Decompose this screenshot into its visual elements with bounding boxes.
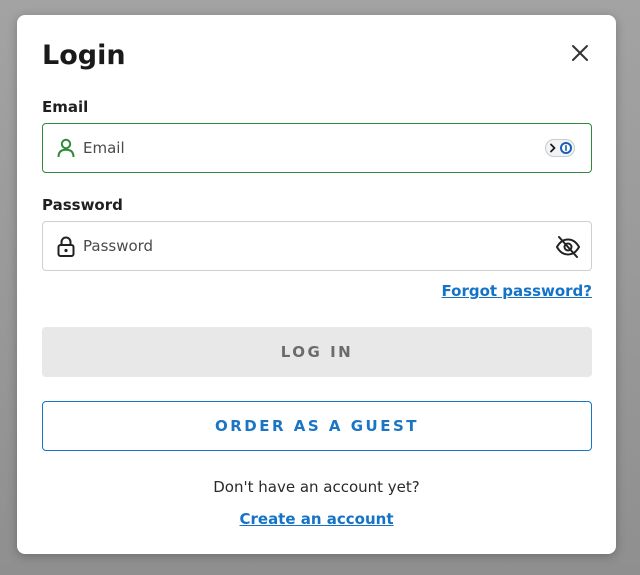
password-input[interactable] bbox=[83, 222, 543, 270]
create-account-row: Create an account bbox=[17, 510, 616, 528]
password-manager-icon[interactable] bbox=[545, 139, 575, 157]
user-icon bbox=[57, 138, 75, 158]
login-button[interactable]: LOG IN bbox=[42, 327, 592, 377]
no-account-text: Don't have an account yet? bbox=[213, 478, 420, 496]
close-icon bbox=[572, 45, 588, 61]
email-input[interactable] bbox=[83, 124, 543, 172]
login-dialog: Login Email Password bbox=[17, 15, 616, 554]
forgot-password-link[interactable]: Forgot password? bbox=[442, 282, 593, 300]
eye-off-icon[interactable] bbox=[555, 235, 581, 259]
password-label: Password bbox=[42, 196, 123, 214]
lock-icon bbox=[57, 236, 75, 257]
order-as-guest-button[interactable]: ORDER AS A GUEST bbox=[42, 401, 592, 451]
password-field[interactable] bbox=[42, 221, 592, 271]
close-button[interactable] bbox=[568, 41, 592, 65]
email-label: Email bbox=[42, 98, 89, 116]
create-account-link[interactable]: Create an account bbox=[239, 510, 393, 528]
email-field[interactable] bbox=[42, 123, 592, 173]
dialog-title: Login bbox=[42, 40, 126, 71]
